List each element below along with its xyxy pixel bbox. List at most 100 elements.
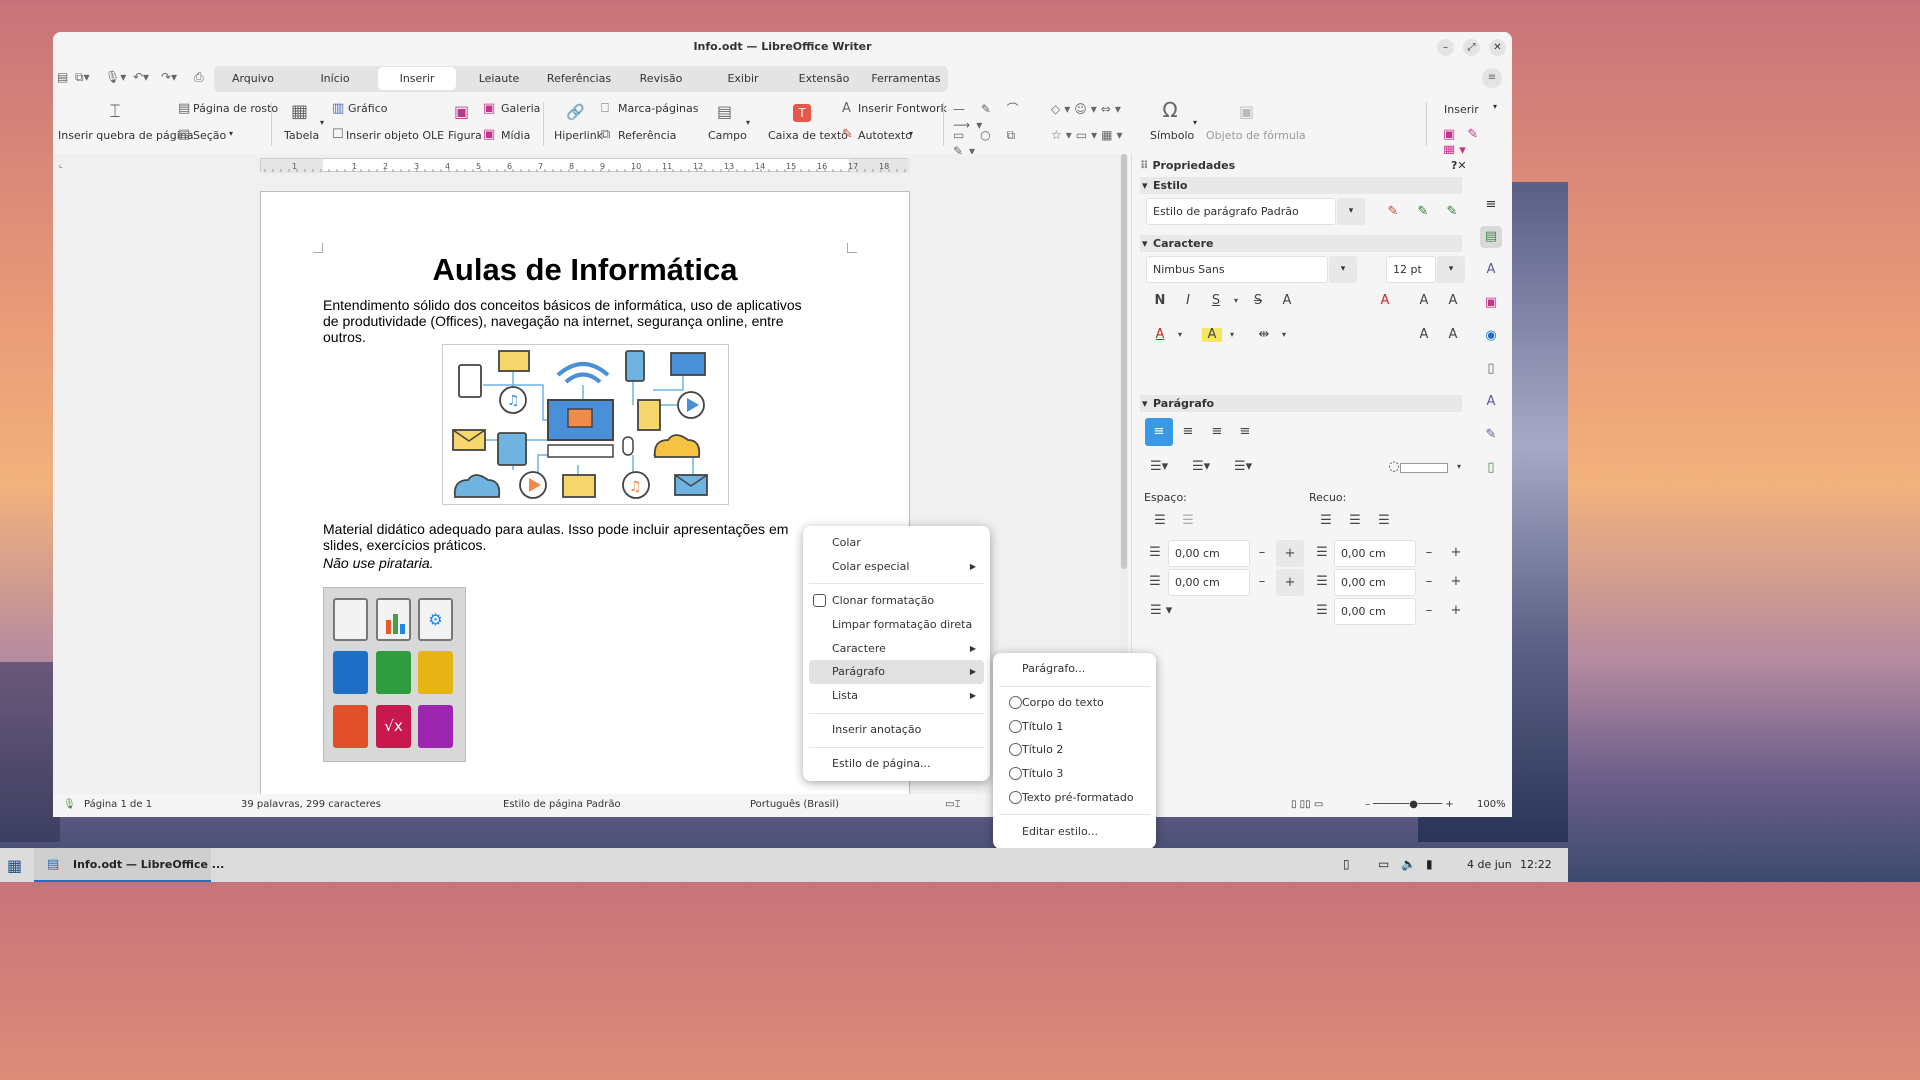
submenu-item-paragraph[interactable]: Parágrafo... (999, 657, 1150, 681)
spacing-below-field[interactable]: 0,00 cm (1168, 569, 1250, 596)
menu-item-paste[interactable]: Colar (809, 531, 984, 555)
tab-referencias[interactable]: Referências (540, 66, 618, 92)
highlight-dropdown-icon[interactable]: ▾ (1222, 325, 1242, 345)
align-left-icon[interactable]: ≡ (1145, 418, 1173, 446)
hyperlink-button[interactable]: Hiperlink (554, 129, 603, 142)
paragraph-intro[interactable]: Entendimento sólido dos conceitos básico… (323, 297, 803, 345)
textbox-button[interactable]: Caixa de texto (768, 129, 848, 142)
paragraph-section-header[interactable]: Parágrafo (1140, 395, 1462, 412)
line-spacing-icon[interactable]: ☰ ▾ (1150, 601, 1190, 621)
tab-ferramentas[interactable]: Ferramentas (867, 66, 945, 92)
align-center-icon[interactable]: ≡ (1178, 422, 1198, 442)
align-right-icon[interactable]: ≡ (1207, 422, 1227, 442)
symbol-button[interactable]: Símbolo (1150, 129, 1194, 142)
character-section-header[interactable]: Caractere (1140, 235, 1462, 252)
page-deck-icon[interactable]: ▯ (1480, 358, 1502, 380)
volume-icon[interactable]: 🔈 (1401, 857, 1416, 871)
manage-changes-icon[interactable]: ✎ (1480, 424, 1502, 446)
hanging-indent-icon[interactable]: ☰ (1374, 511, 1394, 531)
illustration-image[interactable]: ♫ ♫ (442, 344, 729, 505)
tab-leiaute[interactable]: Leiaute (460, 66, 538, 92)
menu-item-paste-special[interactable]: Colar especial ▶ (809, 555, 984, 579)
save-icon[interactable]: ▤ (57, 70, 68, 84)
maximize-button[interactable]: ⤢ (1463, 39, 1480, 56)
style-inspector-icon[interactable]: A (1480, 391, 1502, 413)
shrink-font-icon[interactable]: A (1443, 291, 1463, 311)
menu-item-list[interactable]: Lista ▶ (809, 684, 984, 708)
background-color-dropdown-icon[interactable]: ▾ (1449, 457, 1469, 477)
tab-exibir[interactable]: Exibir (704, 66, 782, 92)
style-section-header[interactable]: Estilo (1140, 177, 1462, 194)
mic-icon[interactable]: 🎙▾ (105, 70, 126, 84)
menu-item-clone-formatting[interactable]: Clonar formatação (809, 589, 984, 613)
decrease-para-spacing-icon[interactable]: ☰ (1178, 511, 1198, 531)
menu-icon[interactable]: ≡ (1482, 68, 1502, 88)
background-color-swatch[interactable] (1400, 463, 1448, 473)
app-launcher-icon[interactable]: ▦ (7, 856, 22, 875)
paragraph-style-field[interactable]: Estilo de parágrafo Padrão (1146, 198, 1336, 225)
minimize-button[interactable]: – (1437, 39, 1454, 56)
properties-deck-icon[interactable]: ▤ (1480, 226, 1502, 248)
symbol-shapes-icon[interactable]: ◇▾☺▾⇔▾ (1051, 101, 1151, 117)
justify-icon[interactable]: ≡ (1235, 422, 1255, 442)
paragraph-piracy[interactable]: Não use pirataria. (323, 555, 434, 571)
indent-before-plus[interactable]: + (1446, 543, 1466, 563)
drag-handle-icon[interactable]: ⠿ (1140, 159, 1149, 172)
tab-inicio[interactable]: Início (296, 66, 374, 92)
word-count[interactable]: 39 palavras, 299 caracteres (241, 799, 381, 810)
increase-indent-icon[interactable]: ☰ (1316, 511, 1336, 531)
font-name-field[interactable]: Nimbus Sans (1146, 256, 1328, 283)
submenu-item-preformatted[interactable]: Texto pré-formatado (999, 786, 1150, 810)
document-title[interactable]: Aulas de Informática (261, 252, 909, 288)
first-line-indent-field[interactable]: 0,00 cm (1334, 598, 1416, 625)
bold-icon[interactable]: N (1150, 291, 1170, 311)
clear-format-icon[interactable]: A (1375, 291, 1395, 311)
menu-item-page-style[interactable]: Estilo de página... (809, 752, 984, 776)
first-line-plus[interactable]: + (1446, 601, 1466, 621)
taskbar-time[interactable]: 12:22 (1520, 858, 1552, 871)
template-icon[interactable]: ⧉▾ (75, 70, 90, 85)
spacing-below-minus[interactable]: – (1252, 572, 1272, 592)
italic-icon[interactable]: I (1178, 291, 1198, 311)
display-icon[interactable]: ▭ (1378, 857, 1389, 871)
shadow-icon[interactable]: A (1277, 291, 1297, 311)
clone-checkbox[interactable] (813, 594, 826, 607)
style-more-icon[interactable]: ✎ (1442, 202, 1462, 222)
print-icon[interactable]: ⎙ (194, 70, 204, 85)
media-button[interactable]: Mídia (501, 129, 530, 142)
figure-button[interactable]: Figura (448, 129, 482, 142)
sidebar-close-icon[interactable]: ?✕ (1451, 159, 1467, 172)
preformatted-radio[interactable] (1009, 791, 1022, 804)
underline-dropdown-icon[interactable]: ▾ (1226, 291, 1246, 311)
submenu-item-heading2[interactable]: Título 2 (999, 738, 1150, 762)
spacing-below-plus[interactable]: + (1276, 569, 1304, 596)
paragraph-material[interactable]: Material didático adequado para aulas. I… (323, 521, 803, 553)
navigator-deck-icon[interactable]: ◉ (1480, 325, 1502, 347)
heading2-radio[interactable] (1009, 743, 1022, 756)
decrease-indent-icon[interactable]: ☰ (1345, 511, 1365, 531)
mic-status-icon[interactable]: 🎙 (63, 799, 76, 810)
paragraph-style-dropdown[interactable]: ▾ (1337, 198, 1365, 225)
indent-after-minus[interactable]: – (1419, 572, 1439, 592)
symbol-dropdown-icon[interactable]: ▾ (1193, 118, 1197, 127)
grow-font-icon[interactable]: A (1414, 291, 1434, 311)
body-text-radio[interactable] (1009, 696, 1022, 709)
undo-icon[interactable]: ↶▾ (133, 70, 149, 84)
tab-revisao[interactable]: Revisão (622, 66, 700, 92)
view-layout-icons[interactable]: ▯ ▯▯ ▭ (1291, 799, 1323, 810)
submenu-item-body-text[interactable]: Corpo do texto (999, 691, 1150, 715)
font-color-icon[interactable]: A (1150, 325, 1170, 345)
spacing-dropdown-icon[interactable]: ▾ (1274, 325, 1294, 345)
update-style-icon[interactable]: ✎ (1383, 202, 1403, 222)
spacing-above-plus[interactable]: + (1276, 540, 1304, 567)
cover-page-button[interactable]: Página de rosto (193, 102, 278, 115)
bookmark-button[interactable]: Marca-páginas (618, 102, 698, 115)
gallery-deck-icon[interactable]: ▣ (1480, 292, 1502, 314)
redo-icon[interactable]: ↷▾ (161, 70, 177, 84)
chart-button[interactable]: Gráfico (348, 102, 388, 115)
spacing-above-field[interactable]: 0,00 cm (1168, 540, 1250, 567)
page-count[interactable]: Página 1 de 1 (84, 799, 152, 810)
submenu-item-heading3[interactable]: Título 3 (999, 762, 1150, 786)
styles-deck-icon[interactable]: A (1480, 259, 1502, 281)
page-style-status[interactable]: Estilo de página Padrão (503, 799, 621, 810)
